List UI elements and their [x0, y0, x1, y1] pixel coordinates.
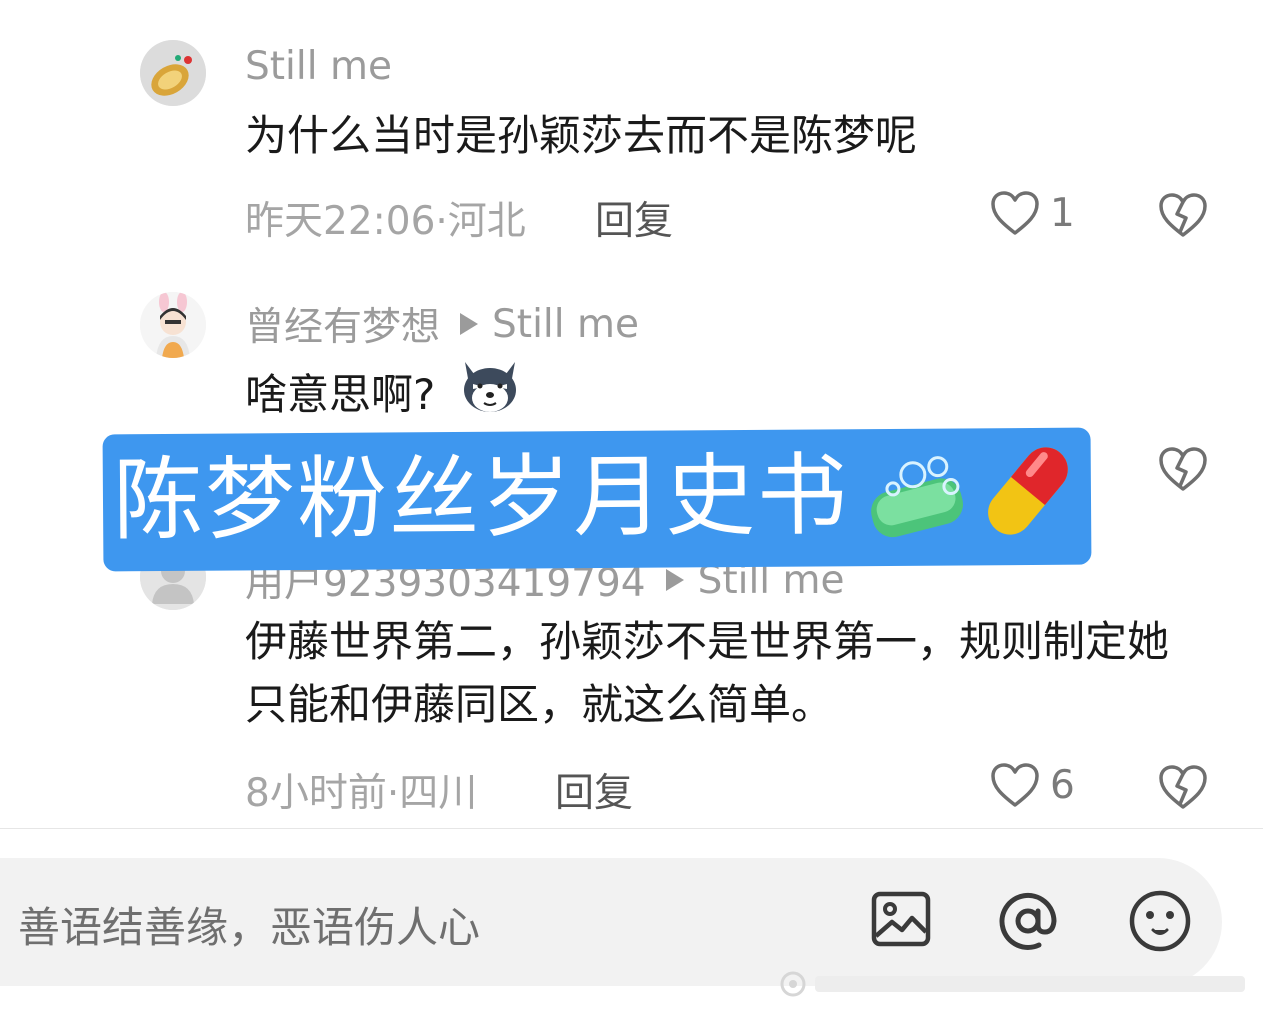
avatar[interactable]	[140, 292, 206, 358]
broken-heart-icon	[1159, 193, 1207, 237]
comment-username[interactable]: Still me	[245, 44, 392, 89]
mention-button[interactable]	[995, 888, 1061, 958]
watermark	[775, 966, 1255, 1002]
like-button[interactable]: 1	[990, 190, 1075, 236]
like-button[interactable]: 6	[990, 762, 1075, 808]
reply-button[interactable]: 回复	[595, 190, 673, 246]
comment-input[interactable]: 善语结善缘，恶语伤人心	[18, 894, 480, 955]
pill-emoji-icon	[978, 436, 1079, 551]
dog-emoji-icon	[457, 356, 523, 433]
at-icon	[999, 892, 1057, 950]
broken-heart-icon	[1159, 447, 1207, 491]
heart-icon	[991, 763, 1039, 807]
comment-text: 为什么当时是孙颖莎去而不是陈梦呢	[245, 111, 918, 160]
heart-icon	[991, 191, 1039, 235]
overlay-caption-banner: 陈梦粉丝岁月史书	[102, 427, 1092, 572]
soap-emoji-icon	[863, 444, 974, 549]
reply-arrow-icon	[665, 569, 684, 591]
comment-meta: 昨天22:06·河北	[245, 199, 526, 244]
broken-heart-icon	[1159, 765, 1207, 809]
image-icon	[871, 891, 931, 947]
dislike-button[interactable]	[1158, 192, 1208, 242]
emoji-icon	[1129, 890, 1191, 952]
like-count: 6	[1050, 762, 1075, 808]
comment-meta: 8小时前·四川	[245, 771, 478, 816]
reply-button[interactable]: 回复	[555, 762, 633, 818]
comment-text: 伊藤世界第二，孙颖莎不是世界第一，规则制定她只能和伊藤同区，就这么简单。	[245, 617, 1170, 729]
comment-text: 啥意思啊?	[245, 356, 1205, 433]
username-link[interactable]: Still me	[245, 44, 392, 89]
comment-username: 曾经有梦想 Still me	[245, 296, 639, 352]
username-link[interactable]: 曾经有梦想	[245, 296, 440, 352]
banner-text: 陈梦粉丝岁月史书	[112, 443, 850, 554]
avatar[interactable]	[140, 40, 206, 106]
dislike-button[interactable]	[1158, 764, 1208, 814]
reply-arrow-icon	[460, 313, 479, 335]
emoji-button[interactable]	[1127, 888, 1193, 958]
comment-text-content: 啥意思啊?	[245, 370, 436, 419]
divider	[0, 828, 1263, 829]
like-count: 1	[1050, 190, 1075, 236]
dislike-button[interactable]	[1158, 446, 1208, 496]
reply-to-username[interactable]: Still me	[492, 302, 639, 347]
image-button[interactable]	[870, 888, 932, 954]
